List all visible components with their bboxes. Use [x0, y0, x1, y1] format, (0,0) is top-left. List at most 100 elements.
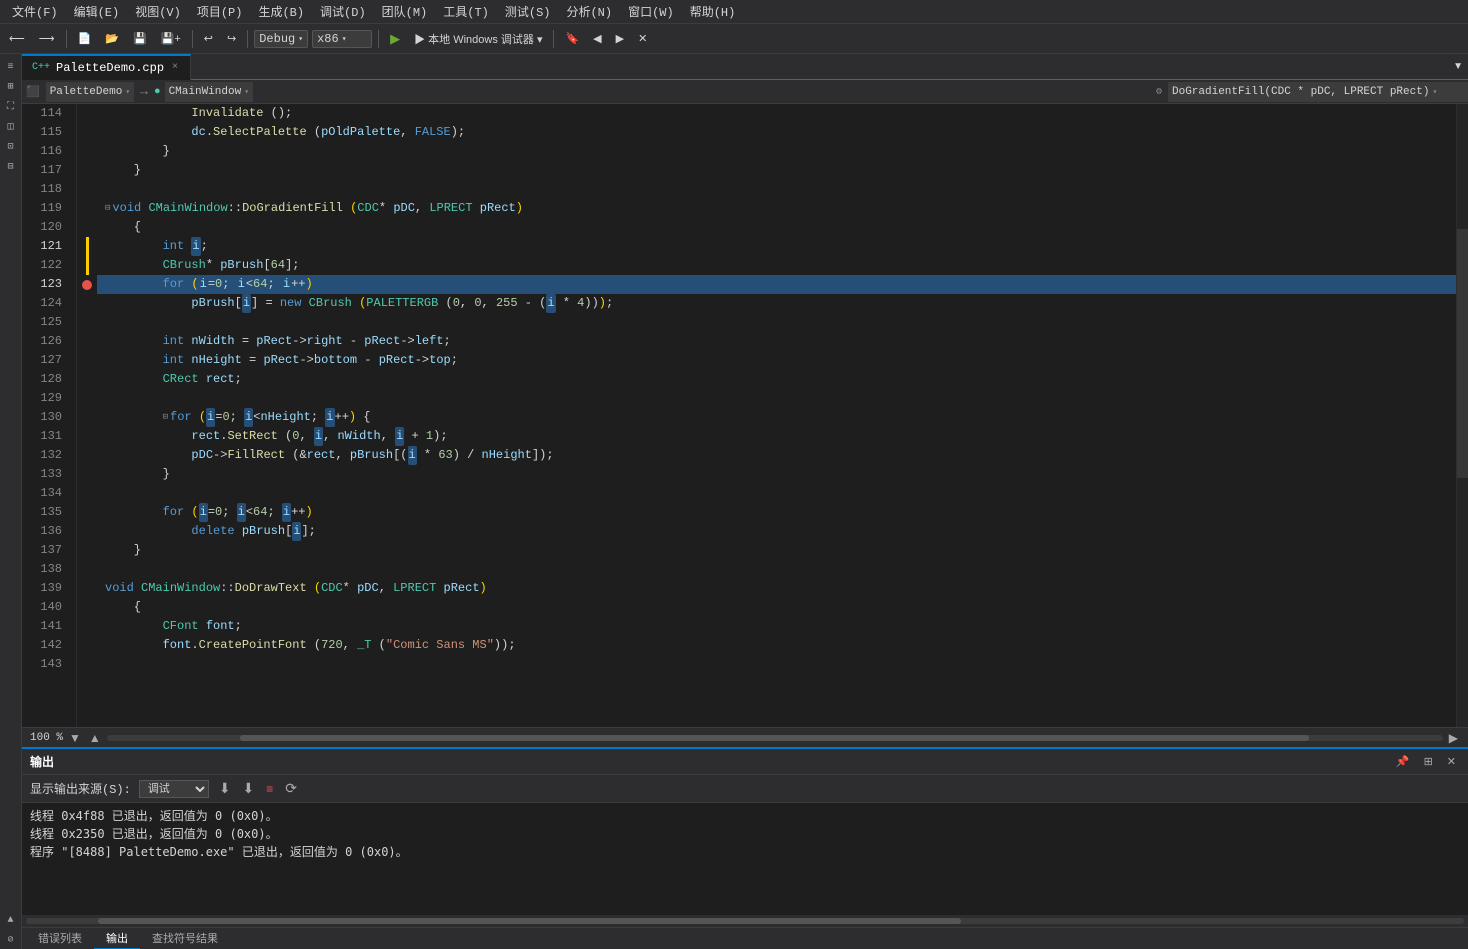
- ind-117: [77, 161, 97, 180]
- horizontal-scrollbar[interactable]: [107, 735, 1443, 741]
- toolbar: ⟵ ⟶ 📄 📂 💾 💾+ ↩ ↪ Debug ▾ x86 ▾ ▶ ▶ 本地 Wi…: [0, 24, 1468, 54]
- code-line-137: }: [97, 541, 1456, 560]
- toolbar-forward-btn[interactable]: ⟶: [34, 29, 60, 48]
- menu-window[interactable]: 窗口(W): [620, 1, 682, 22]
- nav-method-select[interactable]: DoGradientFill(CDC * pDC, LPRECT pRect) …: [1168, 82, 1468, 102]
- menu-debug[interactable]: 调试(D): [312, 1, 374, 22]
- menu-build[interactable]: 生成(B): [250, 1, 312, 22]
- fold-130[interactable]: ⊟: [163, 408, 168, 427]
- platform-dropdown[interactable]: x86 ▾: [312, 30, 372, 48]
- tab-scroll-right[interactable]: ▼: [1448, 58, 1468, 75]
- main-area: C++ PaletteDemo.cpp × ▼ ⬛ PaletteDemo ▾ …: [22, 54, 1468, 949]
- sidebar-icon-7[interactable]: ▲: [2, 911, 20, 929]
- ind-122: [77, 256, 97, 275]
- sidebar-icon-6[interactable]: ⊟: [2, 158, 20, 176]
- ln-129: 129: [22, 389, 68, 408]
- fold-119[interactable]: ⊟: [105, 199, 110, 218]
- bottom-tab-output[interactable]: 输出: [94, 928, 140, 949]
- ind-132: [77, 446, 97, 465]
- ind-138: [77, 560, 97, 579]
- toolbar-btn-c[interactable]: ▶: [611, 29, 629, 48]
- nav-bar: ⬛ PaletteDemo ▾ → ● CMainWindow ▾ ⚙ DoGr…: [22, 80, 1468, 104]
- menu-edit[interactable]: 编辑(E): [66, 1, 128, 22]
- breakpoint-123[interactable]: [82, 280, 92, 290]
- start-debug-btn[interactable]: ▶: [385, 28, 405, 50]
- ln-133: 133: [22, 465, 68, 484]
- code-content[interactable]: Invalidate (); dc.SelectPalette (pOldPal…: [97, 104, 1456, 727]
- nav-class-arrow: ▾: [244, 87, 249, 97]
- tab-icon: C++: [32, 62, 50, 73]
- toolbar-saveall-btn[interactable]: 💾+: [156, 29, 186, 48]
- output-scroll-h[interactable]: [22, 915, 1468, 927]
- menu-team[interactable]: 团队(M): [374, 1, 436, 22]
- debug-config-dropdown[interactable]: Debug ▾: [254, 30, 308, 48]
- menu-test[interactable]: 测试(S): [497, 1, 559, 22]
- output-filter-btn[interactable]: ≡: [264, 780, 275, 798]
- ln-142: 142: [22, 636, 68, 655]
- menu-analyze[interactable]: 分析(N): [558, 1, 620, 22]
- nav-class-select[interactable]: CMainWindow ▾: [165, 82, 253, 102]
- menu-project[interactable]: 项目(P): [189, 1, 251, 22]
- sidebar-icon-3[interactable]: ⛶: [2, 98, 20, 116]
- toolbar-back-btn[interactable]: ⟵: [4, 29, 30, 48]
- ind-125: [77, 313, 97, 332]
- menu-view[interactable]: 视图(V): [127, 1, 189, 22]
- toolbar-btn-b[interactable]: ◀: [588, 29, 606, 48]
- code-line-133: }: [97, 465, 1456, 484]
- ind-141: [77, 617, 97, 636]
- output-line-1: 线程 0x4f88 已退出，返回值为 0 (0x0)。: [30, 807, 1460, 825]
- ind-142: [77, 636, 97, 655]
- tab-close-btn[interactable]: ×: [170, 61, 180, 74]
- output-panel: 输出 📌 ⊞ ✕ 显示输出来源(S): 调试 ⬇ ⬇ ≡ ⟳ 线程 0x4f88…: [22, 747, 1468, 927]
- toolbar-redo-btn[interactable]: ↪: [222, 29, 241, 48]
- ln-138: 138: [22, 560, 68, 579]
- sidebar-icon-8[interactable]: ⊘: [2, 931, 20, 949]
- sidebar-icon-5[interactable]: ⊡: [2, 138, 20, 156]
- code-line-129: [97, 389, 1456, 408]
- output-pin-btn[interactable]: 📌: [1392, 753, 1414, 770]
- output-close-btn[interactable]: ✕: [1443, 753, 1460, 770]
- output-content: 线程 0x4f88 已退出，返回值为 0 (0x0)。 线程 0x2350 已退…: [22, 803, 1468, 915]
- code-line-119: ⊟void CMainWindow::DoGradientFill (CDC* …: [97, 199, 1456, 218]
- ind-135: [77, 503, 97, 522]
- output-wrap-btn[interactable]: ⬇: [241, 778, 257, 799]
- output-header: 输出 📌 ⊞ ✕: [22, 749, 1468, 775]
- toolbar-open-btn[interactable]: 📂: [100, 29, 124, 48]
- code-line-128: CRect rect;: [97, 370, 1456, 389]
- code-line-117: }: [97, 161, 1456, 180]
- menu-tools[interactable]: 工具(T): [435, 1, 497, 22]
- code-line-130: ⊟for (i=0; i<nHeight; i++) {: [97, 408, 1456, 427]
- ln-119: 119: [22, 199, 68, 218]
- active-tab[interactable]: C++ PaletteDemo.cpp ×: [22, 54, 191, 80]
- nav-project-select[interactable]: PaletteDemo ▾: [46, 82, 134, 102]
- toolbar-save-btn[interactable]: 💾: [128, 29, 152, 48]
- toolbar-btn-a[interactable]: 🔖: [560, 29, 584, 48]
- zoom-decrease-btn[interactable]: ▼: [67, 731, 83, 745]
- toolbar-btn-d[interactable]: ✕: [633, 29, 652, 48]
- nav-method-label: DoGradientFill(CDC * pDC, LPRECT pRect): [1172, 86, 1429, 98]
- toolbar-undo-btn[interactable]: ↩: [199, 29, 218, 48]
- bottom-tab-find[interactable]: 查找符号结果: [140, 928, 230, 949]
- zoom-increase-btn[interactable]: ▲: [87, 731, 103, 745]
- ln-122: 122: [22, 256, 68, 275]
- output-find-btn[interactable]: ⟳: [283, 778, 299, 799]
- menu-help[interactable]: 帮助(H): [682, 1, 744, 22]
- output-clear-btn[interactable]: ⬇: [217, 778, 233, 799]
- scroll-right-btn[interactable]: ▶: [1447, 731, 1460, 745]
- sidebar-icon-4[interactable]: ◫: [2, 118, 20, 136]
- ind-137: [77, 541, 97, 560]
- yellow-bar-121: [86, 237, 89, 256]
- menu-file[interactable]: 文件(F): [4, 1, 66, 22]
- bottom-tabs: 错误列表 输出 查找符号结果: [22, 927, 1468, 949]
- output-source-select[interactable]: 调试: [139, 780, 209, 798]
- ind-129: [77, 389, 97, 408]
- toolbar-new-btn[interactable]: 📄: [73, 29, 97, 48]
- bottom-tab-errors[interactable]: 错误列表: [26, 928, 94, 949]
- nav-class-icon: ●: [154, 86, 163, 98]
- output-float-btn[interactable]: ⊞: [1420, 753, 1437, 770]
- ind-136: [77, 522, 97, 541]
- sidebar-icon-2[interactable]: ⊞: [2, 78, 20, 96]
- sidebar-icon-1[interactable]: ≡: [2, 58, 20, 76]
- run-label-btn[interactable]: ▶ 本地 Windows 调试器 ▾: [409, 28, 547, 50]
- ln-130: 130: [22, 408, 68, 427]
